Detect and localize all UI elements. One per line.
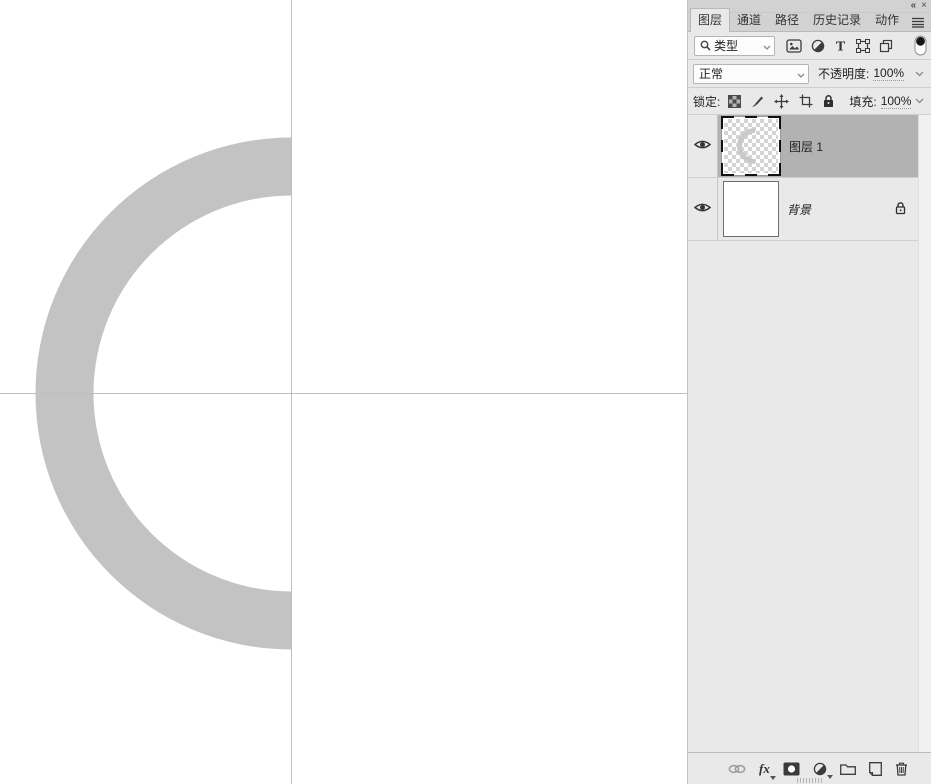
pixel-layer-filter-icon[interactable] <box>786 38 802 53</box>
layer1-thumbnail[interactable] <box>721 116 781 176</box>
close-panel-icon[interactable]: × <box>921 1 927 11</box>
delete-layer-icon[interactable] <box>895 762 908 776</box>
chevron-down-icon <box>763 39 771 53</box>
tab-paths[interactable]: 路径 <box>768 9 806 31</box>
background-lock-icon[interactable] <box>895 201 906 218</box>
caret-down-icon <box>826 774 833 779</box>
visibility-cell[interactable] <box>688 178 718 240</box>
panel-menu-icon[interactable] <box>911 17 925 28</box>
layer-filter-toggle[interactable] <box>914 35 927 56</box>
lock-all-icon[interactable] <box>823 94 834 108</box>
thumbnail-selection-brackets <box>721 116 781 176</box>
panel-tab-bar: 图层 通道 路径 历史记录 动作 <box>688 8 931 32</box>
background-row-body[interactable]: 背景 <box>718 178 918 240</box>
new-adjustment-layer-icon[interactable] <box>813 762 833 779</box>
fill-value[interactable]: 100% <box>880 94 912 109</box>
filter-kind-dropdown[interactable]: 类型 <box>694 35 775 56</box>
fx-label: fx <box>759 760 770 776</box>
lock-artboard-icon[interactable] <box>799 94 813 108</box>
search-icon <box>700 40 711 51</box>
smart-object-filter-icon[interactable] <box>879 39 893 53</box>
layers-list: 图层 1 背景 <box>688 115 931 752</box>
add-layer-mask-icon[interactable] <box>783 762 800 776</box>
adjustment-layer-filter-icon[interactable] <box>811 39 825 53</box>
filter-kind-value: 类型 <box>714 39 739 53</box>
eye-icon[interactable] <box>693 202 712 216</box>
document-canvas[interactable] <box>0 0 687 784</box>
background-name[interactable]: 背景 <box>787 201 811 218</box>
eye-icon[interactable] <box>693 139 712 153</box>
caret-down-icon <box>769 775 776 780</box>
shape-layer-filter-icon[interactable] <box>856 38 870 53</box>
photoshop-window: « × 图层 通道 路径 历史记录 动作 类型 T 正常 不透明度: 100% … <box>0 0 931 784</box>
visibility-cell[interactable] <box>688 115 718 177</box>
layers-panel-footer: fx <box>688 752 931 784</box>
layer1-name[interactable]: 图层 1 <box>789 138 823 155</box>
new-group-icon[interactable] <box>839 762 856 775</box>
collapse-panel-icon[interactable]: « <box>911 1 916 11</box>
new-layer-icon[interactable] <box>868 761 882 776</box>
opacity-value[interactable]: 100% <box>873 66 905 81</box>
half-ring-shape <box>35 137 292 650</box>
tab-layers[interactable]: 图层 <box>690 8 731 32</box>
horizontal-guide[interactable] <box>0 393 687 394</box>
vertical-guide[interactable] <box>291 0 292 784</box>
svg-text:T: T <box>836 40 846 53</box>
tab-history[interactable]: 历史记录 <box>806 9 868 31</box>
layers-panel: « × 图层 通道 路径 历史记录 动作 类型 T 正常 不透明度: 100% … <box>687 0 931 784</box>
layer-style-fx-icon[interactable]: fx <box>759 760 776 780</box>
lock-transparent-pixels-icon[interactable] <box>728 94 742 108</box>
lock-position-icon[interactable] <box>774 93 790 109</box>
layer1-row-body[interactable]: 图层 1 <box>718 115 918 177</box>
fill-chevron-icon[interactable] <box>915 98 924 104</box>
opacity-chevron-icon[interactable] <box>915 71 924 77</box>
lock-row: 锁定: 填充: 100% <box>688 88 931 115</box>
type-layer-filter-icon[interactable]: T <box>834 39 847 53</box>
layers-scrollbar[interactable] <box>918 115 931 752</box>
blend-mode-row: 正常 不透明度: 100% <box>688 60 931 88</box>
lock-image-pixels-icon[interactable] <box>751 95 764 108</box>
tab-actions[interactable]: 动作 <box>868 9 906 31</box>
layer-row-background[interactable]: 背景 <box>688 178 918 241</box>
blend-mode-value: 正常 <box>699 67 724 81</box>
layer-filter-row: 类型 T <box>688 32 931 60</box>
tab-channels[interactable]: 通道 <box>730 9 768 31</box>
background-thumbnail[interactable] <box>723 181 779 237</box>
layer-row-layer1[interactable]: 图层 1 <box>688 115 918 178</box>
link-layers-icon[interactable] <box>728 764 746 774</box>
blend-mode-dropdown[interactable]: 正常 <box>693 63 809 84</box>
lock-label: 锁定: <box>693 94 721 109</box>
opacity-label: 不透明度: <box>818 67 870 81</box>
panel-resize-grip[interactable] <box>796 778 823 783</box>
fill-label: 填充: <box>849 94 877 109</box>
chevron-down-icon <box>797 67 805 81</box>
